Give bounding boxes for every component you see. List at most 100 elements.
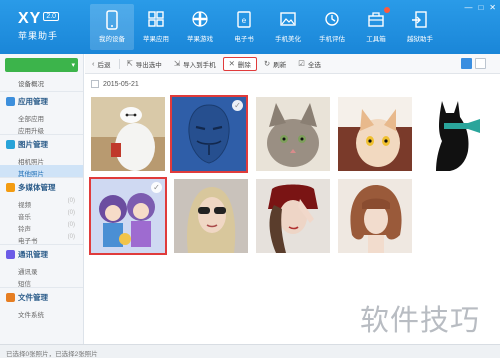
girl-red-scarf-image — [256, 179, 330, 253]
sidebar-group-apps[interactable]: 应用管理 — [0, 91, 83, 110]
minimize-icon[interactable]: — — [464, 3, 472, 12]
top-header: XY 2.0 苹果助手 我的设备 苹果应用 苹果游戏 e 电子书 手机美化 手机评… — [0, 0, 500, 54]
close-icon[interactable]: ✕ — [489, 3, 496, 12]
selected-check-icon: ✓ — [232, 100, 243, 111]
photo-thumbnail-orange-cat[interactable] — [338, 97, 412, 171]
folder-icon — [6, 293, 15, 302]
jailbreak-icon — [412, 11, 427, 28]
photo-thumbnail-black-cat[interactable] — [422, 97, 496, 171]
sidebar-item-ebook[interactable]: 电子书 (0) — [0, 232, 83, 245]
nav-phone-evaluate[interactable]: 手机评估 — [310, 4, 354, 50]
nav-apple-apps[interactable]: 苹果应用 — [134, 4, 178, 50]
sidebar-device-overview[interactable]: 设备概况 — [0, 74, 83, 91]
apps-grid-icon — [148, 11, 164, 27]
item-count: (0) — [67, 234, 75, 240]
group-title: 图片管理 — [18, 140, 48, 149]
group-title: 通讯管理 — [18, 250, 48, 259]
sidebar-item-file-system[interactable]: 文件系统 — [0, 306, 83, 319]
logo-text: XY — [18, 10, 42, 27]
photo-thumbnail-anime-characters[interactable]: ✓ — [89, 177, 167, 255]
date-group-header: 2015-05-21 — [91, 80, 139, 88]
orange-cat-image — [338, 97, 412, 171]
window-controls: — □ ✕ — [464, 3, 496, 12]
contacts-icon — [6, 250, 15, 259]
status-bar: 已选择0张照片，已选择2张照片 — [0, 344, 500, 358]
date-label: 2015-05-21 — [103, 80, 139, 88]
nav-label: 我的设备 — [99, 36, 125, 43]
chevron-left-icon: ‹ — [92, 59, 95, 68]
maximize-icon[interactable]: □ — [478, 3, 483, 12]
picture-icon — [280, 12, 296, 26]
photo-thumbnail-girl-bob-hair[interactable] — [338, 179, 412, 253]
sidebar-item-camera-photos[interactable]: 相机照片 — [0, 153, 83, 166]
sidebar-item-video[interactable]: 视频 (0) — [0, 196, 83, 209]
sidebar-group-media[interactable]: 多媒体管理 — [0, 177, 83, 196]
import-to-phone-button[interactable]: ⇲ 导入到手机 — [169, 57, 221, 71]
gamepad-icon — [192, 11, 208, 27]
photo-thumbnail-anonymous-mask[interactable]: ✓ — [170, 95, 248, 173]
nav-my-device[interactable]: 我的设备 — [90, 4, 134, 50]
delete-icon: ✕ — [228, 59, 235, 68]
nav-phone-beautify[interactable]: 手机美化 — [266, 4, 310, 50]
photo-thumbnail-baymax[interactable] — [91, 97, 165, 171]
sidebar-item-app-upgrade[interactable]: 应用升级 — [0, 122, 83, 135]
chevron-down-icon: ▾ — [71, 62, 75, 69]
nav-label: 苹果游戏 — [187, 36, 213, 43]
photo-thumbnail-girl-sunglasses[interactable] — [174, 179, 248, 253]
sidebar-item-ringtone[interactable]: 铃声 (0) — [0, 220, 83, 233]
sidebar-item-other-photos[interactable]: 其他照片 — [0, 165, 83, 178]
photos-icon — [6, 140, 15, 149]
refresh-button[interactable]: ↻ 刷新 — [259, 57, 291, 71]
item-label: 电子书 — [18, 237, 38, 245]
checkbox-icon: ☑ — [298, 59, 305, 68]
nav-jailbreak[interactable]: 越狱助手 — [398, 4, 442, 50]
selected-check-icon: ✓ — [151, 182, 162, 193]
sidebar-group-photos[interactable]: 图片管理 — [0, 134, 83, 153]
girl-sunglasses-image — [174, 179, 248, 253]
import-label: 导入到手机 — [183, 61, 216, 69]
view-toggle — [461, 58, 486, 69]
photo-thumbnail-kitten[interactable] — [256, 97, 330, 171]
sidebar-group-files[interactable]: 文件管理 — [0, 287, 83, 306]
sidebar-item-sms[interactable]: 短信 — [0, 275, 83, 288]
refresh-icon: ↻ — [263, 59, 271, 68]
sidebar-item-address-book[interactable]: 通讯录 — [0, 263, 83, 276]
item-count: (0) — [67, 210, 75, 216]
back-button[interactable]: ‹ 后退 — [87, 57, 116, 71]
baymax-image — [91, 97, 165, 171]
back-label: 后退 — [97, 61, 111, 69]
phone-icon — [106, 10, 118, 30]
app-subtitle: 苹果助手 — [18, 31, 59, 41]
select-all-label: 全选 — [307, 61, 321, 69]
nav-toolbox[interactable]: 工具箱 — [354, 4, 398, 50]
group-title: 多媒体管理 — [18, 183, 56, 192]
nav-label: 越狱助手 — [407, 36, 433, 43]
group-title: 应用管理 — [18, 97, 48, 106]
apps-icon — [6, 97, 15, 106]
delete-button[interactable]: ✕ 删除 — [222, 56, 257, 71]
date-group-checkbox[interactable] — [91, 80, 99, 88]
nav-ebooks[interactable]: e 电子书 — [222, 4, 266, 50]
watermark-text: 软件技巧 — [360, 303, 481, 337]
sidebar-item-all-apps[interactable]: 全部应用 — [0, 110, 83, 123]
device-selector[interactable]: ▾ — [5, 58, 78, 72]
logo-version-badge: 2.0 — [43, 12, 60, 21]
status-text: 已选择0张照片，已选择2张照片 — [6, 351, 98, 358]
media-icon — [6, 183, 15, 192]
black-cat-image — [422, 97, 496, 171]
evaluate-icon — [325, 12, 339, 26]
list-view-icon[interactable] — [475, 58, 486, 69]
photo-toolbar: ‹ 后退 ⇱ 导出选中 ⇲ 导入到手机 ✕ 删除 ↻ 刷新 ☑ 全选 — [85, 54, 500, 74]
notification-dot — [384, 7, 390, 13]
sidebar: ▾ 设备概况 应用管理 全部应用 应用升级 图片管理 相机照片 其他照片 多媒体… — [0, 54, 84, 344]
refresh-label: 刷新 — [273, 61, 287, 69]
main-nav: 我的设备 苹果应用 苹果游戏 e 电子书 手机美化 手机评估 工具箱 越狱助手 — [90, 4, 442, 50]
photo-thumbnail-girl-red-scarf[interactable] — [256, 179, 330, 253]
item-count: (0) — [67, 198, 75, 204]
sidebar-group-contacts[interactable]: 通讯管理 — [0, 244, 83, 263]
grid-view-icon[interactable] — [461, 58, 472, 69]
export-selected-button[interactable]: ⇱ 导出选中 — [122, 57, 167, 71]
sidebar-item-music[interactable]: 音乐 (0) — [0, 208, 83, 221]
select-all-button[interactable]: ☑ 全选 — [293, 57, 326, 71]
nav-apple-games[interactable]: 苹果游戏 — [178, 4, 222, 50]
